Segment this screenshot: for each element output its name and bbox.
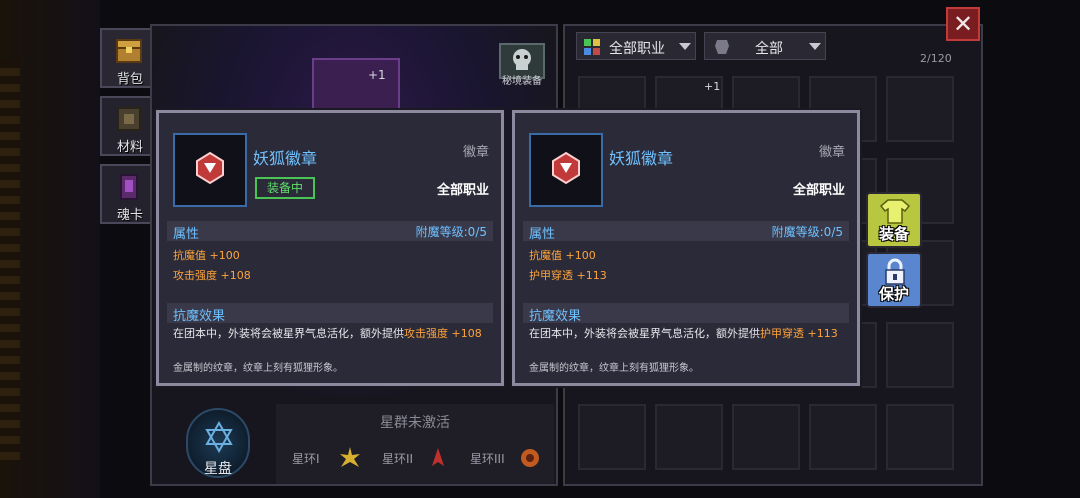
stat-line: 抗魔值 +100 bbox=[529, 249, 596, 262]
item-name: 妖狐徽章 bbox=[253, 149, 318, 168]
item-name: 妖狐徽章 bbox=[609, 149, 674, 168]
star-ring-2-label: 星环II bbox=[382, 452, 414, 466]
attribute-title: 属性 bbox=[173, 227, 200, 242]
class-grid-icon bbox=[584, 39, 600, 55]
star-ring-2-icon[interactable] bbox=[426, 446, 450, 470]
effect-title: 抗魔效果 bbox=[529, 309, 582, 324]
effect-header: 抗魔效果 bbox=[167, 303, 493, 324]
character-slot-level: +1 bbox=[368, 68, 386, 82]
chevron-down-icon bbox=[809, 43, 821, 50]
star-ring-3-icon[interactable] bbox=[518, 446, 542, 470]
chest-icon bbox=[116, 39, 142, 63]
item-icon-frame bbox=[529, 133, 603, 207]
close-button[interactable]: ✕ bbox=[946, 7, 980, 41]
inventory-slot[interactable] bbox=[886, 404, 954, 470]
type-filter-value: 全部 bbox=[755, 41, 783, 57]
item-tooltip-compare: 妖狐徽章 徽章 全部职业 属性 附魔等级:0/5 抗魔值 +100 护甲穿透 +… bbox=[512, 110, 860, 386]
effect-description: 在团本中，外装将会被星界气息活化，额外提供攻击强度 +108 bbox=[173, 327, 493, 341]
lock-icon bbox=[885, 258, 905, 285]
tab-soul-card[interactable]: 魂卡 bbox=[100, 164, 156, 224]
effect-highlight: 护甲穿透 +113 bbox=[760, 327, 838, 340]
star-disk-icon bbox=[205, 420, 233, 454]
enchant-level: 附魔等级:0/5 bbox=[415, 225, 487, 239]
tab-material[interactable]: 材料 bbox=[100, 96, 156, 156]
protect-button-label: 保护 bbox=[878, 285, 909, 303]
star-disk-label: 星盘 bbox=[204, 461, 232, 477]
effect-description: 在团本中，外装将会被星界气息活化，额外提供护甲穿透 +113 bbox=[529, 327, 849, 341]
flavor-text: 金属制的纹章，纹章上刻有狐狸形象。 bbox=[173, 363, 343, 374]
attribute-header: 属性 附魔等级:0/5 bbox=[167, 221, 493, 242]
class-filter-dropdown[interactable]: 全部职业 bbox=[576, 32, 696, 60]
equip-button[interactable]: 装备 bbox=[866, 192, 922, 248]
effect-header: 抗魔效果 bbox=[523, 303, 849, 324]
effect-text: 在团本中，外装将会被星界气息活化，额外提供 bbox=[173, 327, 404, 340]
chevron-down-icon bbox=[679, 43, 691, 50]
inventory-slot[interactable] bbox=[732, 404, 800, 470]
item-type: 徽章 bbox=[462, 145, 489, 160]
type-filter-dropdown[interactable]: 全部 bbox=[704, 32, 826, 60]
inventory-slot[interactable] bbox=[809, 404, 877, 470]
attribute-header: 属性 附魔等级:0/5 bbox=[523, 221, 849, 242]
constellation-status: 星群未激活 bbox=[380, 415, 450, 431]
attribute-title: 属性 bbox=[529, 227, 556, 242]
inventory-slot[interactable] bbox=[655, 404, 723, 470]
shirt-icon bbox=[880, 199, 910, 224]
effect-highlight: 攻击强度 +108 bbox=[404, 327, 482, 340]
item-class: 全部职业 bbox=[792, 183, 845, 198]
armor-icon bbox=[715, 40, 729, 54]
effect-title: 抗魔效果 bbox=[173, 309, 226, 324]
flavor-text: 金属制的纹章，纹章上刻有狐狸形象。 bbox=[529, 363, 699, 374]
star-ring-3-label: 星环III bbox=[470, 452, 505, 466]
effect-text: 在团本中，外装将会被星界气息活化，额外提供 bbox=[529, 327, 760, 340]
item-tooltip-equipped: 妖狐徽章 徽章 装备中 全部职业 属性 附魔等级:0/5 抗魔值 +100 攻击… bbox=[156, 110, 504, 386]
item-type: 徽章 bbox=[818, 145, 845, 160]
close-icon: ✕ bbox=[952, 10, 974, 38]
material-icon bbox=[117, 107, 141, 131]
tab-backpack[interactable]: 背包 bbox=[100, 28, 156, 88]
soul-card-icon bbox=[120, 174, 138, 200]
background-ornament bbox=[0, 60, 20, 460]
star-ring-1-label: 星环I bbox=[292, 452, 320, 466]
stat-line: 攻击强度 +108 bbox=[173, 269, 251, 282]
fox-badge-icon bbox=[196, 151, 224, 185]
item-class: 全部职业 bbox=[436, 183, 489, 198]
stat-line: 护甲穿透 +113 bbox=[529, 269, 607, 282]
inventory-slot[interactable] bbox=[886, 76, 954, 142]
fox-badge-icon bbox=[552, 151, 580, 185]
star-ring-1-icon[interactable] bbox=[338, 446, 362, 470]
stat-line: 抗魔值 +100 bbox=[173, 249, 240, 262]
class-filter-value: 全部职业 bbox=[609, 41, 665, 57]
secret-equip-label: 秘境装备 bbox=[502, 76, 542, 87]
protect-button[interactable]: 保护 bbox=[866, 252, 922, 308]
item-icon-frame bbox=[173, 133, 247, 207]
equipped-badge: 装备中 bbox=[255, 177, 315, 199]
character-equip-slot[interactable] bbox=[312, 58, 400, 110]
equip-button-label: 装备 bbox=[878, 225, 909, 243]
slot-level: +1 bbox=[704, 80, 721, 93]
inventory-slot[interactable] bbox=[886, 322, 954, 388]
inventory-slot[interactable] bbox=[578, 404, 646, 470]
enchant-level: 附魔等级:0/5 bbox=[771, 225, 843, 239]
inventory-count: 2/120 bbox=[920, 52, 952, 65]
